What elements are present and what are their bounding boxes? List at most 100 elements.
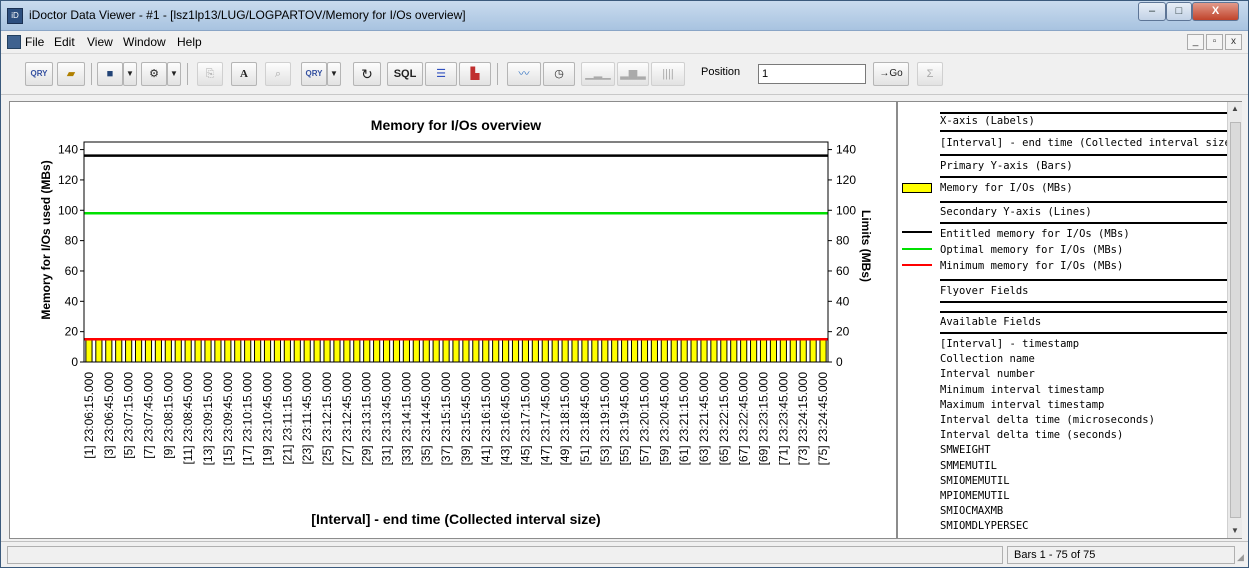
legend-rule xyxy=(940,311,1228,313)
menu-help[interactable]: Help xyxy=(177,35,202,49)
toolbar-separator xyxy=(91,63,92,85)
available-field-item[interactable]: [Interval] - timestamp xyxy=(940,338,1079,350)
open-folder-icon[interactable]: ▰ xyxy=(57,62,85,86)
y-tick-label: 120 xyxy=(58,173,78,187)
available-field-item[interactable]: SMWEIGHT xyxy=(940,444,991,456)
chart-bar xyxy=(720,338,728,363)
legend-secondary-field-optimal[interactable]: Optimal memory for I/Os (MBs) xyxy=(940,244,1123,256)
minimize-button[interactable]: – xyxy=(1138,2,1166,21)
properties-dropdown-icon[interactable]: ▼ xyxy=(167,62,181,86)
y2-tick-label: 120 xyxy=(836,173,856,187)
chart-svg[interactable]: 0 0 20 20 40 40 60 60 80 80 100 100 120 120 140 140 [1] … xyxy=(10,102,896,538)
menu-view[interactable]: View xyxy=(87,35,113,49)
available-field-item[interactable]: SMIOCMAXMB xyxy=(940,505,1003,517)
legend-secondary-field-entitled[interactable]: Entitled memory for I/Os (MBs) xyxy=(940,228,1130,240)
available-field-item[interactable]: SMIOMDLYPERSEC xyxy=(940,520,1029,532)
x-tick-label: [9] 23:08:15.000 xyxy=(161,372,175,459)
properties-icon[interactable]: ⚙ xyxy=(141,62,167,86)
mdi-restore-button[interactable]: ▫ xyxy=(1206,34,1223,50)
legend-swatch-memory-bar xyxy=(902,183,932,193)
table-view-icon[interactable]: ☰ xyxy=(425,62,457,86)
legend-x-field[interactable]: [Interval] - end time (Collected interva… xyxy=(940,137,1237,149)
copy-icon[interactable]: ⎘ xyxy=(197,62,223,86)
chart-bar xyxy=(581,338,589,363)
chart-bar xyxy=(244,338,252,363)
chart-bar xyxy=(601,338,609,363)
close-button[interactable]: X xyxy=(1192,2,1239,21)
chart-bar xyxy=(591,338,599,363)
available-field-item[interactable]: Interval number xyxy=(940,368,1035,380)
x-tick-label: [47] 23:17:45.000 xyxy=(538,372,552,466)
available-field-item[interactable]: Maximum interval timestamp xyxy=(940,399,1104,411)
query-dropdown-icon[interactable]: ▼ xyxy=(327,62,341,86)
bar-chart-icon[interactable]: ▙ xyxy=(459,62,491,86)
sum-icon[interactable]: Σ xyxy=(917,62,943,86)
find-icon[interactable]: ⌕ xyxy=(265,62,291,86)
scroll-thumb[interactable] xyxy=(1230,122,1241,518)
y-tick-label: 60 xyxy=(65,264,79,278)
maximize-button[interactable]: □ xyxy=(1166,2,1192,21)
chart-bar xyxy=(779,338,787,363)
x-tick-label: [23] 23:11:45.000 xyxy=(300,372,314,465)
menu-window[interactable]: Window xyxy=(123,35,166,49)
title-bar[interactable]: iD iDoctor Data Viewer - #1 - [lsz1lp13/… xyxy=(1,1,1248,31)
available-field-item[interactable]: Interval delta time (microseconds) xyxy=(940,414,1155,426)
query-icon[interactable]: QRY xyxy=(25,62,53,86)
chart-bar xyxy=(750,338,758,363)
toolbar-separator xyxy=(187,63,188,85)
menu-file[interactable]: File xyxy=(25,35,44,49)
available-field-item[interactable]: SMMEMUTIL xyxy=(940,460,997,472)
chart-bar xyxy=(184,338,192,363)
save-dropdown-icon[interactable]: ▼ xyxy=(123,62,137,86)
y-tick-label: 20 xyxy=(65,325,79,339)
legend-header-flyover[interactable]: Flyover Fields xyxy=(940,285,1029,297)
legend-header-secondary[interactable]: Secondary Y-axis (Lines) xyxy=(940,206,1092,218)
bar-graph-medium-icon[interactable]: ▂▆▂ xyxy=(617,62,649,86)
chart-bar xyxy=(541,338,549,363)
legend-header-available[interactable]: Available Fields xyxy=(940,316,1041,328)
bars-group xyxy=(85,338,827,363)
available-field-item[interactable]: SMIOMEMUTIL xyxy=(940,475,1010,487)
bar-graph-dense-icon[interactable]: |||| xyxy=(651,62,685,86)
chart-bar xyxy=(85,338,93,363)
legend-pane[interactable]: X-axis (Labels) [Interval] - end time (C… xyxy=(897,101,1242,539)
x-tick-label: [75] 23:24:45.000 xyxy=(816,372,830,466)
available-field-item[interactable]: Interval delta time (seconds) xyxy=(940,429,1123,441)
chart-bar xyxy=(432,338,440,363)
available-field-item[interactable]: Minimum interval timestamp xyxy=(940,384,1104,396)
available-field-item[interactable]: Collection name xyxy=(940,353,1035,365)
chart-pane[interactable]: 0 0 20 20 40 40 60 60 80 80 100 100 120 120 140 140 [1] … xyxy=(9,101,897,539)
position-input[interactable] xyxy=(758,64,866,84)
legend-secondary-field-minimum[interactable]: Minimum memory for I/Os (MBs) xyxy=(940,260,1123,272)
menu-edit[interactable]: Edit xyxy=(54,35,75,49)
x-tick-label: [7] 23:07:45.000 xyxy=(141,372,155,459)
toolbar-separator xyxy=(497,63,498,85)
sql-button[interactable]: SQL xyxy=(387,62,423,86)
document-icon[interactable] xyxy=(7,35,21,49)
chart-bar xyxy=(680,338,688,363)
available-field-item[interactable]: MPIOMEMUTIL xyxy=(940,490,1010,502)
timeline-icon[interactable]: ◷ xyxy=(543,62,575,86)
y-tick-label: 140 xyxy=(58,143,78,157)
bar-graph-small-icon[interactable]: ▁▂▁ xyxy=(581,62,615,86)
legend-header-primary[interactable]: Primary Y-axis (Bars) xyxy=(940,160,1073,172)
go-button[interactable]: →Go xyxy=(873,62,909,86)
legend-header-x-axis[interactable]: X-axis (Labels) xyxy=(940,115,1035,127)
save-icon[interactable]: ■ xyxy=(97,62,123,86)
legend-primary-field[interactable]: Memory for I/Os (MBs) xyxy=(940,182,1073,194)
refresh-icon[interactable]: ↻ xyxy=(353,62,381,86)
scroll-up-icon[interactable]: ▲ xyxy=(1231,104,1239,113)
chart-bar xyxy=(740,338,748,363)
x-tick-label: [45] 23:17:15.000 xyxy=(518,372,532,466)
scroll-down-icon[interactable]: ▼ xyxy=(1231,526,1239,535)
mdi-minimize-button[interactable]: _ xyxy=(1187,34,1204,50)
font-icon[interactable]: A xyxy=(231,62,257,86)
query-icon[interactable]: QRY xyxy=(301,62,327,86)
legend-rule xyxy=(940,154,1228,156)
line-chart-icon[interactable]: 〰 xyxy=(507,62,541,86)
legend-scrollbar[interactable]: ▲ ▼ xyxy=(1227,102,1242,538)
resize-grip-icon[interactable]: ◢ xyxy=(1237,552,1244,563)
mdi-close-button[interactable]: x xyxy=(1225,34,1242,50)
y2-tick-label: 140 xyxy=(836,143,856,157)
x-tick-label: [65] 23:22:15.000 xyxy=(717,372,731,466)
